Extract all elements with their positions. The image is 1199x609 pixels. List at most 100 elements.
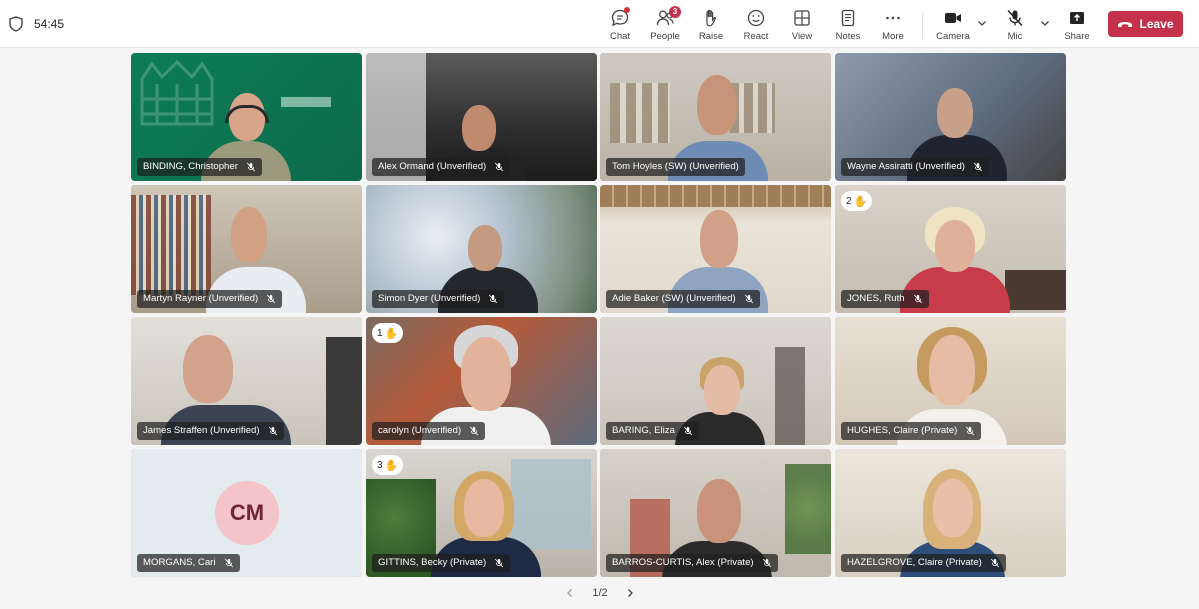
person-head (929, 335, 975, 405)
mic-muted-icon (1007, 9, 1023, 27)
react-button[interactable]: React (734, 8, 778, 44)
more-button[interactable]: More (871, 8, 915, 44)
participant-name-tag: Martyn Rayner (Unverified) (137, 290, 283, 308)
meeting-timer: 54:45 (34, 17, 65, 31)
participant-tile[interactable]: Wayne Assiratti (Unverified) (835, 53, 1066, 181)
camera-options-chevron-icon[interactable] (976, 17, 988, 29)
picture-frames (610, 83, 670, 143)
camera-icon (945, 13, 961, 23)
avatar: CM (215, 481, 279, 545)
participant-tile[interactable]: BARING, Eliza (600, 317, 831, 445)
portcullis-emblem-icon (140, 59, 214, 126)
mic-muted-icon (470, 426, 479, 436)
toolbar-divider (922, 12, 923, 38)
participant-tile[interactable]: BARROS-CURTIS, Alex (Private) (600, 449, 831, 577)
person-head (464, 479, 504, 537)
leave-label: Leave (1139, 17, 1174, 31)
mic-muted-icon (268, 426, 277, 436)
share-button[interactable]: Share (1055, 8, 1099, 44)
person-head (231, 207, 267, 263)
participant-name-tag: MORGANS, Cari (137, 554, 240, 572)
participant-tile[interactable]: Martyn Rayner (Unverified) (131, 185, 362, 313)
view-label: View (791, 31, 813, 42)
hang-up-icon (1118, 22, 1133, 27)
participant-tile[interactable]: HAZELGROVE, Claire (Private) (835, 449, 1066, 577)
raise-hand-icon (706, 9, 717, 27)
person-head (462, 105, 496, 151)
participant-tile[interactable]: Alex Ormand (Unverified) (366, 53, 597, 181)
participant-name-tag: Tom Hoyles (SW) (Unverified) (606, 158, 745, 176)
mic-options-chevron-icon[interactable] (1039, 17, 1051, 29)
person-head (461, 337, 511, 411)
notes-button[interactable]: Notes (826, 8, 870, 44)
leave-button[interactable]: Leave (1108, 11, 1183, 37)
raised-hand-badge: 2 ✋ (841, 191, 873, 211)
participant-name-tag: BINDING, Christopher (137, 158, 262, 176)
chevron-right-icon[interactable] (625, 588, 635, 598)
frosted-window (511, 459, 591, 549)
participant-name-tag: James Straffen (Unverified) (137, 422, 284, 440)
person-head (935, 220, 975, 272)
mic-muted-icon (683, 426, 693, 436)
participant-tile[interactable]: Adie Baker (SW) (Unverified) (600, 185, 831, 313)
participant-tile-hand-raised[interactable]: 1 ✋ carolyn (Unverified) (366, 317, 597, 445)
person-head (183, 335, 233, 403)
background-figure (775, 347, 805, 445)
mic-muted-icon (762, 558, 771, 568)
mic-muted-icon (224, 558, 233, 568)
raised-hand-badge: 3 ✋ (372, 455, 404, 475)
car-seat (326, 337, 362, 445)
participant-name-tag: carolyn (Unverified) (372, 422, 486, 440)
view-button[interactable]: View (780, 8, 824, 44)
chat-label: Chat (609, 31, 631, 42)
participant-tile-hand-raised[interactable]: 3 ✋ GITTINS, Becky (Private) (366, 449, 597, 577)
bookshelf (131, 195, 211, 295)
participant-name-tag: GITTINS, Becky (Private) (372, 554, 511, 572)
people-label: People (650, 31, 680, 42)
people-count-badge: 3 (669, 6, 681, 18)
raise-label: Raise (698, 31, 724, 42)
person-head (697, 75, 737, 135)
participant-tile-avatar[interactable]: CM MORGANS, Cari (131, 449, 362, 577)
participant-tile-active-speaker[interactable]: Tom Hoyles (SW) (Unverified) (600, 53, 831, 181)
person-head (704, 365, 740, 415)
participant-tile-hand-raised[interactable]: 2 ✋ JONES, Ruth (835, 185, 1066, 313)
participant-name-tag: Simon Dyer (Unverified) (372, 290, 505, 308)
participant-tile[interactable]: Simon Dyer (Unverified) (366, 185, 597, 313)
mic-muted-icon (966, 426, 975, 436)
participant-name-tag: JONES, Ruth (841, 290, 929, 308)
participant-tile[interactable]: BINDING, Christopher (131, 53, 362, 181)
person-head (700, 210, 738, 268)
mic-muted-icon (246, 162, 256, 172)
people-button[interactable]: 3 People (643, 6, 687, 44)
mic-muted-icon (744, 294, 753, 304)
background-logo (281, 97, 331, 107)
participant-tile[interactable]: HUGHES, Claire (Private) (835, 317, 1066, 445)
person-head (937, 88, 973, 138)
camera-label: Camera (936, 31, 970, 42)
grid-view-icon (794, 10, 810, 26)
share-icon (1070, 12, 1084, 24)
mic-muted-icon (973, 162, 983, 172)
raise-hand-button[interactable]: Raise (689, 8, 733, 44)
person-head (697, 479, 741, 543)
participant-tile[interactable]: James Straffen (Unverified) (131, 317, 362, 445)
participant-name-tag: Wayne Assiratti (Unverified) (841, 158, 990, 176)
raised-hand-icon: ✋ (384, 327, 399, 340)
camera-button[interactable]: Camera (931, 8, 975, 44)
chat-button[interactable]: Chat (598, 7, 642, 44)
raised-hand-badge: 1 ✋ (372, 323, 404, 343)
notes-icon (841, 9, 855, 27)
mic-muted-icon (267, 294, 276, 304)
participant-name-tag: HUGHES, Claire (Private) (841, 422, 982, 440)
share-label: Share (1064, 31, 1090, 42)
mic-button[interactable]: Mic (993, 8, 1037, 44)
ceiling-beams (600, 185, 831, 207)
raised-hand-icon: ✋ (384, 459, 399, 472)
sofa (1005, 270, 1066, 310)
more-label: More (882, 31, 904, 42)
participant-name-tag: HAZELGROVE, Claire (Private) (841, 554, 1006, 572)
participant-name-tag: Alex Ormand (Unverified) (372, 158, 511, 176)
participant-name-tag: BARING, Eliza (606, 422, 699, 440)
chevron-left-icon[interactable] (565, 588, 575, 598)
